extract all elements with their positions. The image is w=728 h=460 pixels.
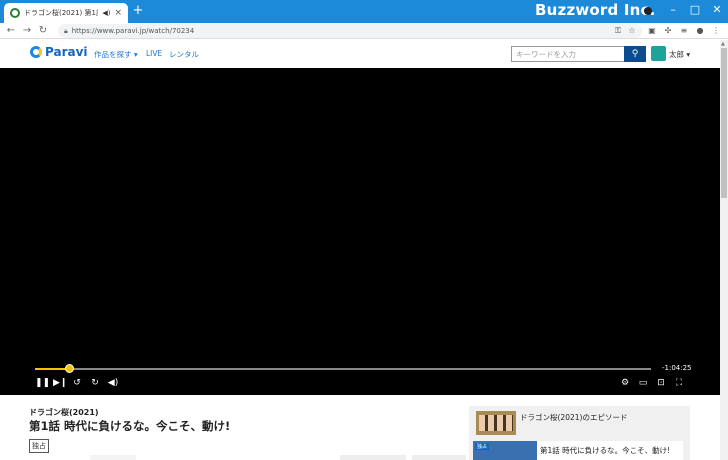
star-icon[interactable]: ☆ — [626, 24, 638, 38]
address-bar[interactable]: 🔒︎ https://www.paravi.jp/watch/70234 — [58, 24, 642, 38]
minimize-button[interactable]: – — [664, 2, 682, 18]
avatar[interactable] — [651, 46, 666, 61]
seek-bar[interactable] — [35, 364, 651, 373]
series-thumbnail — [476, 411, 516, 435]
reading-list-icon[interactable]: ≡ — [678, 24, 690, 38]
nav-live[interactable]: LIVE — [146, 49, 162, 58]
new-tab-button[interactable]: + — [131, 4, 145, 18]
tab-strip: ドラゴン桜(2021) 第1話 時代に ◀) × + Buzzword Inc.… — [0, 0, 728, 23]
browser-toolbar: ← → ↻ 🔒︎ https://www.paravi.jp/watch/702… — [0, 23, 728, 39]
search-input[interactable]: キーワードを入力 — [511, 46, 625, 62]
episode-card-badge: 独占 — [475, 443, 490, 450]
browser-window: ドラゴン桜(2021) 第1話 時代に ◀) × + Buzzword Inc.… — [0, 0, 728, 460]
content-placeholder — [412, 455, 466, 460]
episode-card[interactable]: 独占 第1話 時代に負けるな。今こそ、動け! — [473, 441, 683, 460]
maximize-button[interactable]: □ — [686, 2, 704, 18]
tab-close-icon[interactable]: × — [114, 8, 122, 18]
episodes-panel-title: ドラゴン桜(2021)のエピソード — [520, 413, 628, 422]
nav-rental[interactable]: レンタル — [169, 49, 199, 60]
episode-thumbnail: 独占 — [473, 441, 537, 460]
series-title[interactable]: ドラゴン桜(2021) — [29, 407, 99, 418]
scroll-thumb[interactable] — [721, 48, 727, 198]
thumbnail-image — [479, 415, 513, 431]
close-window-button[interactable]: ✕ — [708, 2, 726, 18]
lock-icon: 🔒︎ — [64, 26, 68, 35]
user-menu[interactable]: 太郎 ▾ — [669, 49, 690, 60]
extension-icon[interactable]: ▣ — [646, 24, 658, 38]
profile-dot-icon[interactable] — [644, 7, 652, 15]
next-icon[interactable]: ▶❙ — [53, 377, 67, 389]
pause-icon[interactable]: ❚❚ — [35, 377, 50, 389]
url-text: https://www.paravi.jp/watch/70234 — [71, 27, 195, 35]
episodes-panel: ドラゴン桜(2021)のエピソード 独占 第1話 時代に負けるな。今こそ、動け! — [469, 406, 690, 460]
search-icon: ⚲ — [631, 49, 639, 59]
volume-icon[interactable]: ◀) — [107, 377, 119, 389]
content-placeholder — [340, 455, 406, 460]
search-button[interactable]: ⚲ — [624, 46, 646, 62]
episode-title: 第1話 時代に負けるな。今こそ、動け! — [29, 419, 231, 433]
logo-text: Paravi — [45, 45, 88, 59]
exclusive-badge: 独占 — [29, 439, 49, 453]
page-scrollbar[interactable]: ▲ — [720, 40, 728, 460]
brand-watermark: Buzzword Inc. — [535, 1, 656, 19]
paravi-favicon-icon — [10, 8, 20, 18]
time-remaining: -1:04:25 — [662, 364, 692, 372]
forward-30-icon[interactable]: ↻ — [89, 377, 101, 389]
audio-playing-icon[interactable]: ◀) — [102, 9, 110, 17]
settings-icon[interactable]: ⚙ — [619, 377, 631, 389]
menu-icon[interactable]: ⋮ — [710, 24, 722, 38]
key-icon[interactable]: ⚿ — [612, 24, 624, 38]
forward-icon[interactable]: → — [21, 24, 33, 38]
video-player[interactable]: -1:04:25 ❚❚ ▶❙ ↺ ↻ ◀) ⚙ ▭ ⊡ ⛶ — [0, 68, 720, 395]
cast-icon[interactable]: ⊡ — [655, 377, 667, 389]
paravi-logo[interactable]: Paravi — [30, 45, 88, 59]
episode-card-title: 第1話 時代に負けるな。今こそ、動け! — [540, 446, 671, 455]
puzzle-icon[interactable]: ✣ — [662, 24, 674, 38]
scroll-up-icon[interactable]: ▲ — [721, 41, 725, 47]
rewind-10-icon[interactable]: ↺ — [71, 377, 83, 389]
reload-icon[interactable]: ↻ — [37, 24, 49, 38]
seek-knob[interactable] — [65, 364, 75, 373]
nav-browse[interactable]: 作品を探す ▾ — [94, 49, 138, 60]
browser-tab[interactable]: ドラゴン桜(2021) 第1話 時代に ◀) × — [4, 3, 128, 23]
content-placeholder — [90, 455, 136, 460]
profile-icon[interactable]: ● — [694, 24, 706, 38]
subtitles-icon[interactable]: ▭ — [637, 377, 649, 389]
fullscreen-icon[interactable]: ⛶ — [673, 377, 685, 389]
paravi-logo-icon — [30, 46, 42, 58]
site-header: Paravi 作品を探す ▾ LIVE レンタル キーワードを入力 ⚲ 太郎 ▾ — [0, 40, 720, 68]
tab-title: ドラゴン桜(2021) 第1話 時代に — [24, 9, 98, 17]
back-icon[interactable]: ← — [5, 24, 17, 38]
seek-bar-fill — [35, 368, 70, 370]
